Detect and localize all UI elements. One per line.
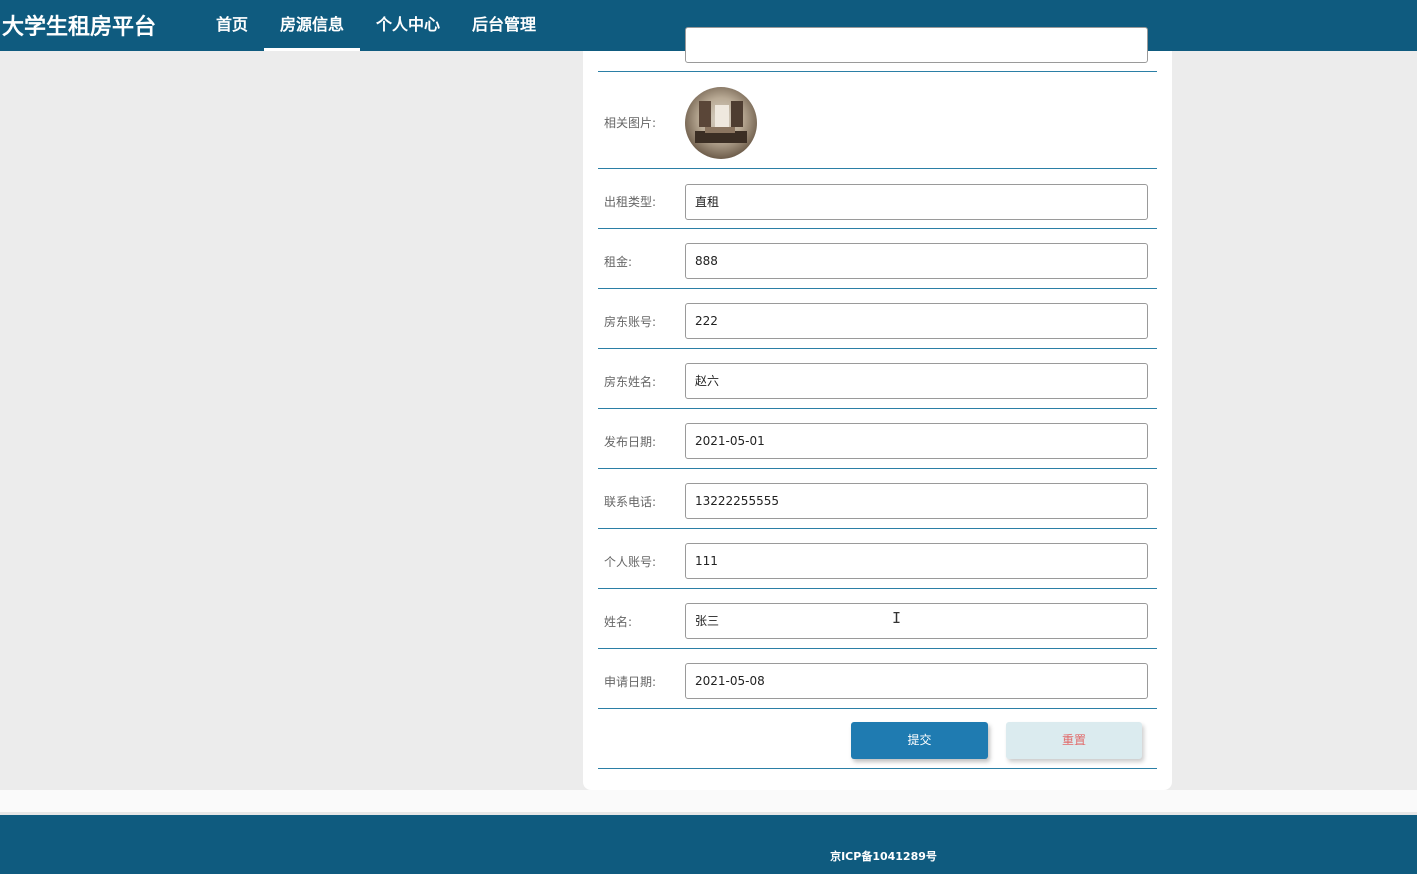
- form-row: 申请日期: 2021-05-08: [598, 649, 1157, 709]
- phone-field[interactable]: 13222255555: [685, 483, 1148, 519]
- form-row: 联系电话: 13222255555: [598, 469, 1157, 529]
- image-label: 相关图片:: [604, 116, 657, 130]
- main-nav: 首页 房源信息 个人中心 后台管理: [200, 0, 552, 51]
- reset-button[interactable]: 重置: [1006, 722, 1142, 759]
- form-row-partial: [598, 27, 1157, 72]
- rent-type-field[interactable]: 直租: [685, 184, 1148, 220]
- landlord-name-field[interactable]: 赵六: [685, 363, 1148, 399]
- publish-date-label: 发布日期:: [604, 435, 657, 449]
- landlord-account-label: 房东账号:: [604, 315, 657, 329]
- text-cursor-icon: I: [892, 609, 902, 627]
- rent-label: 租金:: [604, 255, 633, 269]
- form-row: 个人账号: 111: [598, 529, 1157, 589]
- footer: 京ICP备1041289号: [0, 812, 1417, 874]
- form-panel: 相关图片: 出租类型: 直租 租金: 888 房东账号: 222 房东姓名: 赵…: [583, 27, 1172, 790]
- form-row: 姓名: 张三: [598, 589, 1157, 649]
- nav-listings[interactable]: 房源信息: [264, 0, 361, 51]
- name-label: 姓名:: [604, 615, 633, 629]
- partial-input[interactable]: [685, 27, 1148, 63]
- form-row: 房东账号: 222: [598, 289, 1157, 349]
- rent-type-label: 出租类型:: [604, 195, 657, 209]
- form-row: 房东姓名: 赵六: [598, 349, 1157, 409]
- house-thumbnail[interactable]: [685, 87, 757, 159]
- nav-admin[interactable]: 后台管理: [456, 0, 552, 51]
- publish-date-field[interactable]: 2021-05-01: [685, 423, 1148, 459]
- room-photo-icon: [695, 101, 747, 143]
- landlord-account-field[interactable]: 222: [685, 303, 1148, 339]
- footer-gap: [0, 790, 1417, 812]
- phone-label: 联系电话:: [604, 495, 657, 509]
- icp-license: 京ICP备1041289号: [830, 850, 937, 863]
- form-row: 租金: 888: [598, 229, 1157, 289]
- form-row: 出租类型: 直租: [598, 169, 1157, 229]
- submit-button[interactable]: 提交: [851, 722, 988, 759]
- apply-date-field[interactable]: 2021-05-08: [685, 663, 1148, 699]
- form-row: 发布日期: 2021-05-01: [598, 409, 1157, 469]
- apply-date-label: 申请日期:: [604, 675, 657, 689]
- personal-account-field[interactable]: 111: [685, 543, 1148, 579]
- rent-field[interactable]: 888: [685, 243, 1148, 279]
- nav-home[interactable]: 首页: [200, 0, 264, 51]
- site-title: 大学生租房平台: [2, 15, 157, 40]
- personal-account-label: 个人账号:: [604, 555, 657, 569]
- landlord-name-label: 房东姓名:: [604, 375, 657, 389]
- nav-personal-center[interactable]: 个人中心: [360, 0, 456, 51]
- name-field[interactable]: 张三: [685, 603, 1148, 639]
- form-row-image: 相关图片:: [598, 72, 1157, 169]
